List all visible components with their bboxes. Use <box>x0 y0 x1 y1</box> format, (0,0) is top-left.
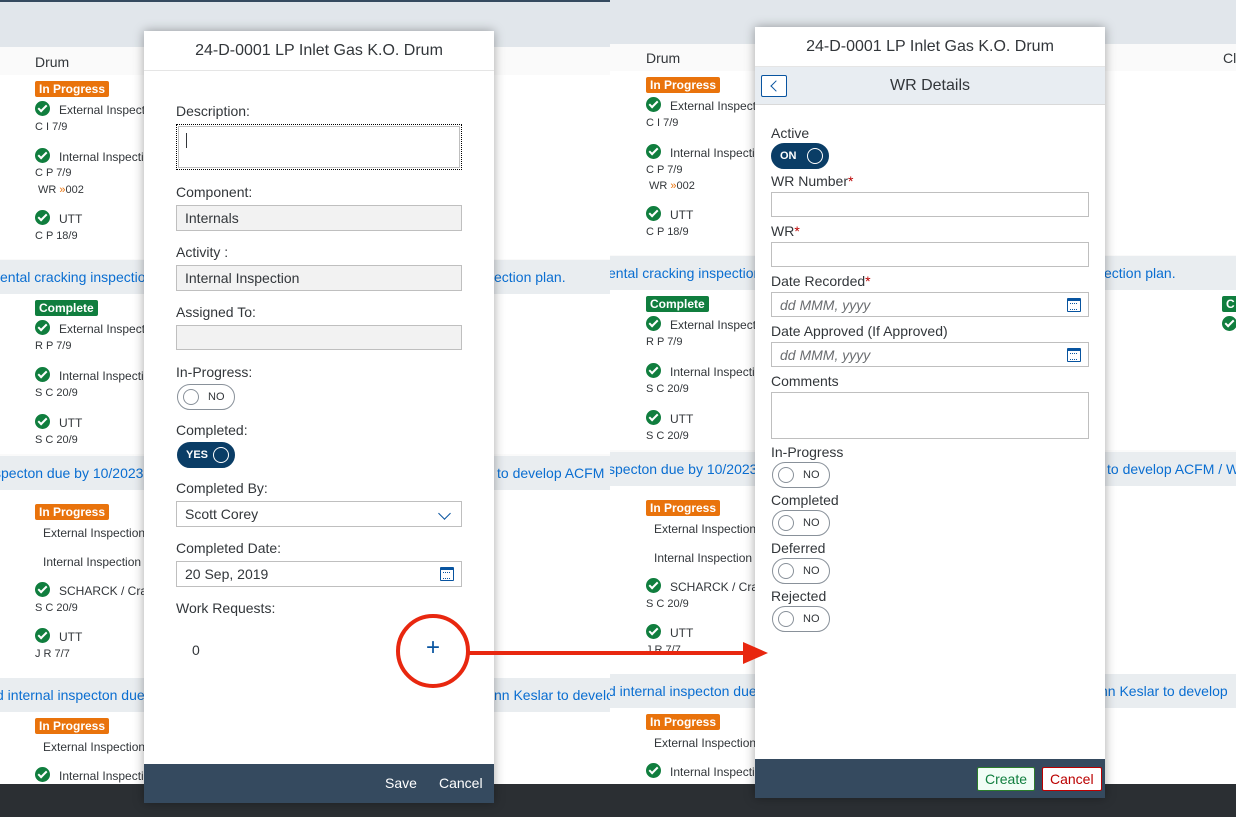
annotation-arrowhead <box>743 642 768 664</box>
annotation-overlay <box>396 614 768 688</box>
highlight-circle <box>396 614 470 688</box>
